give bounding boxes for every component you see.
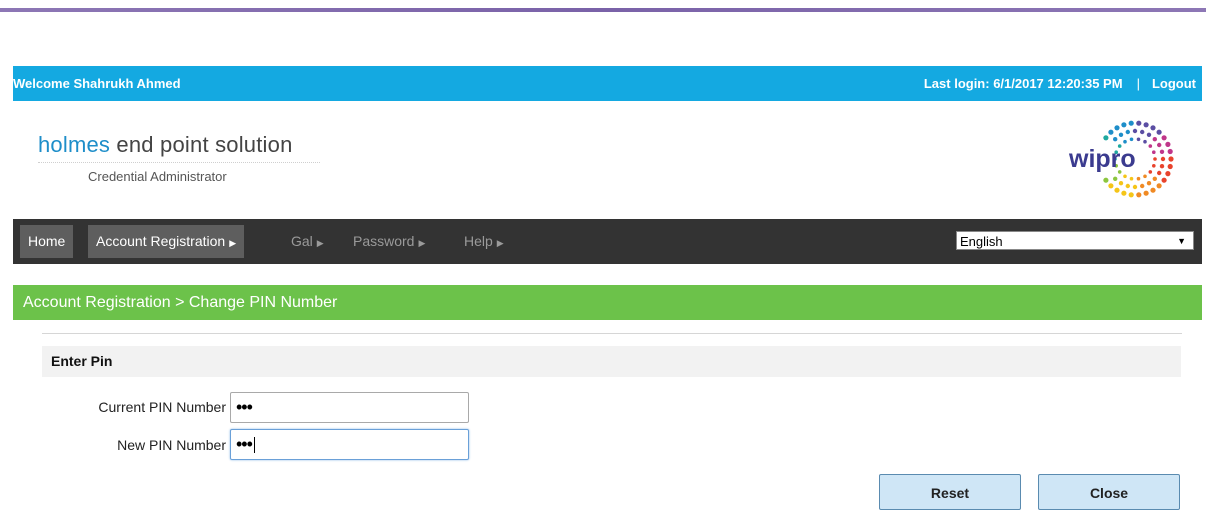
logo-dot (1125, 129, 1130, 135)
dropdown-arrow-icon: ▼ (1177, 236, 1186, 246)
logo-dot (1167, 148, 1173, 155)
logo-dot (1113, 137, 1118, 142)
logo-dot (1153, 157, 1157, 161)
logo-dot (1143, 190, 1149, 196)
nav-password[interactable]: Password ▶ (345, 225, 433, 258)
logo-dot (1157, 142, 1162, 148)
caret-right-icon: ▶ (418, 238, 426, 248)
logo-dot (1140, 183, 1145, 189)
brand-subtitle: Credential Administrator (38, 162, 320, 184)
nav-help-label: Help (464, 233, 493, 249)
logo-dot (1128, 120, 1134, 126)
logo-dot (1118, 132, 1124, 137)
logo-dot (1152, 176, 1157, 181)
caret-right-icon: ▶ (316, 238, 324, 248)
logo-dot (1161, 177, 1167, 183)
current-pin-label: Current PIN Number (98, 399, 226, 415)
breadcrumb: Account Registration > Change PIN Number (23, 294, 338, 311)
welcome-text: Welcome Shahrukh Ahmed (13, 76, 181, 91)
top-accent-rule (0, 8, 1206, 12)
nav-home[interactable]: Home (20, 225, 74, 258)
nav-account-registration-label: Account Registration (96, 233, 226, 249)
new-pin-label: New PIN Number (117, 437, 226, 453)
logo-dot (1157, 170, 1162, 176)
logo-dot (1121, 190, 1127, 196)
logo-dot (1121, 122, 1127, 128)
logo-dot (1161, 135, 1167, 141)
logo-dot (1152, 164, 1156, 168)
logo-dot (1114, 187, 1120, 193)
brand-product: end point solution (110, 132, 293, 157)
breadcrumb-bar: Account Registration > Change PIN Number (13, 285, 1202, 320)
section-heading: Enter Pin (42, 346, 1181, 377)
logout-link[interactable]: Logout (1152, 76, 1196, 91)
logo-dot (1103, 177, 1109, 183)
logo-dot (1132, 128, 1138, 134)
logo-dot (1128, 192, 1134, 198)
logo-dot (1123, 139, 1127, 144)
logo-dot (1152, 137, 1157, 142)
nav-gal-label: Gal (291, 233, 313, 249)
logo-dot (1114, 125, 1120, 131)
main-navbar: Home Account Registration ▶ Gal ▶ Password… (13, 219, 1202, 264)
logo-dot (1108, 183, 1114, 189)
close-button[interactable]: Close (1038, 474, 1180, 510)
logo-dot (1143, 174, 1147, 179)
nav-help[interactable]: Help ▶ (456, 225, 512, 258)
logo-dot (1156, 129, 1162, 135)
logo-dot (1146, 181, 1152, 186)
logo-text: wipro (1068, 145, 1136, 173)
nav-gal[interactable]: Gal ▶ (283, 225, 332, 258)
logo-dot (1150, 187, 1156, 193)
logo-dot (1159, 149, 1165, 154)
logo-dot (1146, 132, 1152, 137)
nav-password-label: Password (353, 233, 415, 249)
logo-dot (1148, 144, 1153, 148)
caret-right-icon: ▶ (229, 238, 237, 248)
logo-dot (1123, 174, 1127, 179)
logo-dot (1143, 139, 1147, 144)
logo-dot (1167, 163, 1173, 170)
logo-dot (1136, 192, 1142, 198)
logo-dot (1140, 129, 1145, 135)
logo-dot (1113, 176, 1118, 181)
welcome-bar: Welcome Shahrukh Ahmed Last login: 6/1/2… (13, 66, 1202, 101)
logo-dot (1132, 184, 1138, 190)
logo-dot (1160, 156, 1166, 162)
product-name: holmes end point solution (38, 132, 320, 158)
logo-dot (1156, 183, 1162, 189)
logo-dot (1118, 181, 1124, 186)
separator: | (1136, 76, 1140, 91)
logo-dot (1148, 170, 1153, 174)
logo-dot (1168, 156, 1174, 162)
divider (42, 333, 1182, 334)
current-pin-input[interactable]: ••• (230, 392, 469, 423)
nav-account-registration[interactable]: Account Registration ▶ (88, 225, 245, 258)
logo-dot (1136, 176, 1141, 181)
logo-dot (1103, 135, 1109, 141)
nav-home-label: Home (28, 233, 66, 249)
logo-dot (1125, 183, 1130, 189)
logo-dot (1136, 137, 1141, 142)
last-login-text: Last login: 6/1/2017 12:20:35 PM (923, 76, 1123, 91)
wipro-logo: wipro (1068, 120, 1174, 198)
logo-dot (1136, 120, 1142, 126)
logo-dot (1159, 164, 1165, 169)
brand-block: holmes end point solution Credential Adm… (38, 132, 320, 184)
caret-right-icon: ▶ (496, 238, 504, 248)
logo-dot (1108, 129, 1114, 135)
logo-dot (1150, 125, 1156, 131)
login-area: Last login: 6/1/2017 12:20:35 PM | Logout (924, 76, 1196, 91)
brand-holmes: holmes (38, 132, 111, 157)
language-value: English (960, 234, 1003, 249)
logo-dot (1152, 150, 1156, 154)
language-select[interactable]: English ▼ (956, 231, 1194, 250)
new-pin-input[interactable]: ••• (230, 429, 469, 460)
logo-dot (1129, 176, 1134, 181)
logo-dot (1165, 141, 1171, 147)
reset-button[interactable]: Reset (879, 474, 1021, 510)
logo-dot (1165, 171, 1171, 177)
logo-dot (1129, 137, 1134, 142)
logo-dot (1143, 122, 1149, 128)
